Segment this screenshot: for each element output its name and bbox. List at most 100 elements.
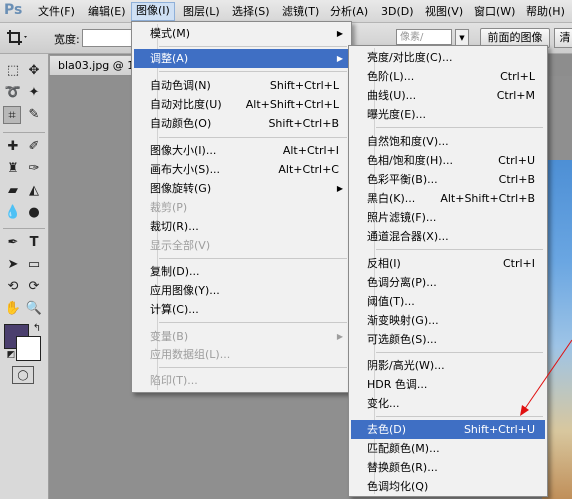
rectangle-tool-icon[interactable]: ▭ xyxy=(25,256,43,274)
quick-mask-icon[interactable]: ◯ xyxy=(12,366,34,384)
menu-image[interactable]: 图像(I) xyxy=(131,2,175,21)
path-selection-tool-icon[interactable]: ➤ xyxy=(4,256,22,274)
dodge-tool-icon[interactable]: ● xyxy=(25,204,43,222)
swap-colors-icon[interactable]: ↰ xyxy=(28,320,46,338)
menu-item-calculations[interactable]: 计算(C)... xyxy=(134,300,349,319)
menu-item-posterize[interactable]: 色调分离(P)... xyxy=(351,273,545,292)
menu-item-exposure[interactable]: 曝光度(E)... xyxy=(351,105,545,124)
crop-tool-icon[interactable]: ⌗ xyxy=(3,106,21,124)
eraser-tool-icon[interactable]: ▰ xyxy=(4,182,22,200)
width-label: 宽度: xyxy=(54,33,80,46)
image-menu: 模式(M) ▶ 调整(A) ▶ 自动色调(N) Shift+Ctrl+L 自动对… xyxy=(131,21,352,393)
submenu-arrow-icon: ▶ xyxy=(336,29,343,38)
menu-item-variables[interactable]: 变量(B) ▶ xyxy=(134,327,349,346)
menu-item-gradient-map[interactable]: 渐变映射(G)... xyxy=(351,311,545,330)
menu-select[interactable]: 选择(S) xyxy=(228,3,274,20)
menu-item-crop[interactable]: 裁剪(P) xyxy=(134,198,349,217)
3d-rotate-tool-icon[interactable]: ⟲ xyxy=(4,278,22,296)
menu-item-vibrance[interactable]: 自然饱和度(V)... xyxy=(351,132,545,151)
menu-item-apply-image[interactable]: 应用图像(Y)... xyxy=(134,281,349,300)
menu-help[interactable]: 帮助(H) xyxy=(522,3,569,20)
history-brush-tool-icon[interactable]: ✑ xyxy=(25,160,43,178)
menu-item-auto-tone[interactable]: 自动色调(N) Shift+Ctrl+L xyxy=(134,76,349,95)
zoom-tool-icon[interactable]: 🔍 xyxy=(25,300,43,318)
crop-icon xyxy=(7,30,27,45)
menu-item-curves[interactable]: 曲线(U)... Ctrl+M xyxy=(351,86,545,105)
menu-analysis[interactable]: 分析(A) xyxy=(326,3,372,20)
menu-separator xyxy=(159,322,347,323)
menu-item-brightness-contrast[interactable]: 亮度/对比度(C)... xyxy=(351,48,545,67)
submenu-arrow-icon: ▶ xyxy=(336,332,343,341)
menu-item-equalize[interactable]: 色调均化(Q) xyxy=(351,477,545,496)
menu-filter[interactable]: 滤镜(T) xyxy=(278,3,323,20)
menu-item-replace-color[interactable]: 替换颜色(R)... xyxy=(351,458,545,477)
tools-panel: ⬚ ✥ ➰ ✦ ⌗ ✎ ✚ ✐ ♜ ✑ ▰ ◭ 💧 ● ✒ T ➤ ▭ ⟲ ⟳ … xyxy=(0,54,49,499)
resolution-unit-field[interactable]: 像素/ xyxy=(396,29,452,45)
menu-item-black-white[interactable]: 黑白(K)... Alt+Shift+Ctrl+B xyxy=(351,189,545,208)
menu-item-match-color[interactable]: 匹配颜色(M)... xyxy=(351,439,545,458)
menu-separator xyxy=(376,127,543,128)
menu-item-trap[interactable]: 陷印(T)... xyxy=(134,371,349,390)
menu-item-levels[interactable]: 色阶(L)... Ctrl+L xyxy=(351,67,545,86)
menu-item-image-size[interactable]: 图像大小(I)... Alt+Ctrl+I xyxy=(134,141,349,160)
menu-item-photo-filter[interactable]: 照片滤镜(F)... xyxy=(351,208,545,227)
menu-layer[interactable]: 图层(L) xyxy=(179,3,224,20)
menu-item-variations[interactable]: 变化... xyxy=(351,394,545,413)
menu-window[interactable]: 窗口(W) xyxy=(470,3,519,20)
tools-divider xyxy=(3,132,45,133)
menu-item-desaturate[interactable]: 去色(D) Shift+Ctrl+U xyxy=(351,420,545,439)
menu-item-adjustments[interactable]: 调整(A) ▶ xyxy=(134,49,349,68)
document-tab[interactable]: bla03.jpg @ 10 xyxy=(49,55,135,75)
menu-separator xyxy=(376,416,543,417)
default-colors-icon[interactable]: ◩ xyxy=(2,346,20,364)
menu-item-selective-color[interactable]: 可选颜色(S)... xyxy=(351,330,545,349)
tools-divider xyxy=(3,228,45,229)
menu-item-canvas-size[interactable]: 画布大小(S)... Alt+Ctrl+C xyxy=(134,160,349,179)
magic-wand-tool-icon[interactable]: ✦ xyxy=(25,84,43,102)
width-input[interactable] xyxy=(82,29,134,47)
menu-item-auto-color[interactable]: 自动颜色(O) Shift+Ctrl+B xyxy=(134,114,349,133)
menu-item-auto-contrast[interactable]: 自动对比度(U) Alt+Shift+Ctrl+L xyxy=(134,95,349,114)
type-tool-icon[interactable]: T xyxy=(25,234,43,252)
blur-tool-icon[interactable]: 💧 xyxy=(4,204,22,222)
menu-item-invert[interactable]: 反相(I) Ctrl+I xyxy=(351,254,545,273)
menu-separator xyxy=(159,367,347,368)
hand-tool-icon[interactable]: ✋ xyxy=(4,300,22,318)
menu-edit[interactable]: 编辑(E) xyxy=(84,3,130,20)
menu-item-color-balance[interactable]: 色彩平衡(B)... Ctrl+B xyxy=(351,170,545,189)
crop-tool-preset-button[interactable] xyxy=(6,29,28,47)
menu-item-trim[interactable]: 裁切(R)... xyxy=(134,217,349,236)
menu-item-mode[interactable]: 模式(M) ▶ xyxy=(134,24,349,43)
submenu-arrow-icon: ▶ xyxy=(336,54,343,63)
menu-item-image-rotation[interactable]: 图像旋转(G) ▶ xyxy=(134,179,349,198)
menu-item-apply-data-set[interactable]: 应用数据组(L)... xyxy=(134,345,349,364)
marquee-tool-icon[interactable]: ⬚ xyxy=(4,62,22,80)
spot-healing-tool-icon[interactable]: ✚ xyxy=(4,138,22,156)
menu-item-reveal-all[interactable]: 显示全部(V) xyxy=(134,236,349,255)
menu-view[interactable]: 视图(V) xyxy=(421,3,467,20)
menu-separator xyxy=(159,46,347,47)
menu-separator xyxy=(159,71,347,72)
3d-orbit-tool-icon[interactable]: ⟳ xyxy=(25,278,43,296)
clear-button[interactable]: 清 xyxy=(554,28,572,48)
pen-tool-icon[interactable]: ✒ xyxy=(4,234,22,252)
menu-3d[interactable]: 3D(D) xyxy=(377,3,418,20)
menu-item-hue-saturation[interactable]: 色相/饱和度(H)... Ctrl+U xyxy=(351,151,545,170)
paint-bucket-tool-icon[interactable]: ◭ xyxy=(25,182,43,200)
lasso-tool-icon[interactable]: ➰ xyxy=(4,84,22,102)
menu-item-threshold[interactable]: 阈值(T)... xyxy=(351,292,545,311)
menu-item-duplicate[interactable]: 复制(D)... xyxy=(134,262,349,281)
menu-separator xyxy=(376,352,543,353)
menu-separator xyxy=(159,137,347,138)
menu-bar: Ps 文件(F) 编辑(E) 图像(I) 图层(L) 选择(S) 滤镜(T) 分… xyxy=(0,0,572,23)
clone-stamp-tool-icon[interactable]: ♜ xyxy=(4,160,22,178)
photoshop-logo: Ps xyxy=(4,2,23,18)
brush-tool-icon[interactable]: ✐ xyxy=(25,138,43,156)
menu-file[interactable]: 文件(F) xyxy=(34,3,79,20)
menu-item-channel-mixer[interactable]: 通道混合器(X)... xyxy=(351,227,545,246)
menu-item-shadows-highlights[interactable]: 阴影/高光(W)... xyxy=(351,356,545,375)
eyedropper-tool-icon[interactable]: ✎ xyxy=(25,106,43,124)
move-tool-icon[interactable]: ✥ xyxy=(25,62,43,80)
menu-separator xyxy=(376,249,543,250)
menu-item-hdr-toning[interactable]: HDR 色调... xyxy=(351,375,545,394)
